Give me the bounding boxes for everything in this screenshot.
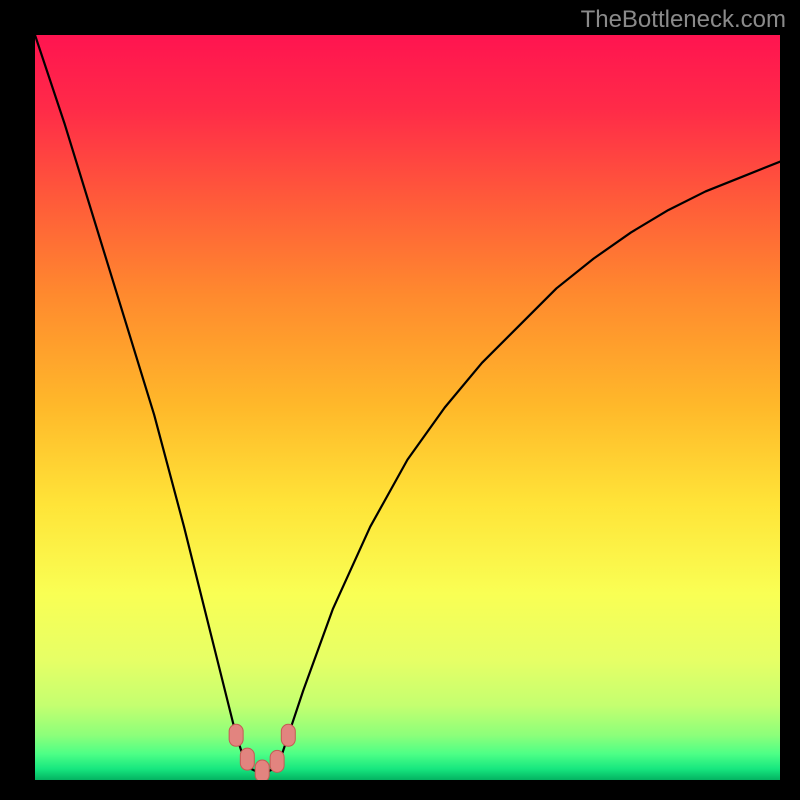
plot-area — [35, 35, 780, 780]
marker-point — [270, 750, 284, 772]
chart-frame: TheBottleneck.com — [0, 0, 800, 800]
marker-point — [281, 724, 295, 746]
marker-point — [240, 748, 254, 770]
bottleneck-curve — [35, 35, 780, 780]
marker-point — [255, 760, 269, 780]
watermark-label: TheBottleneck.com — [581, 6, 786, 34]
marker-point — [229, 724, 243, 746]
